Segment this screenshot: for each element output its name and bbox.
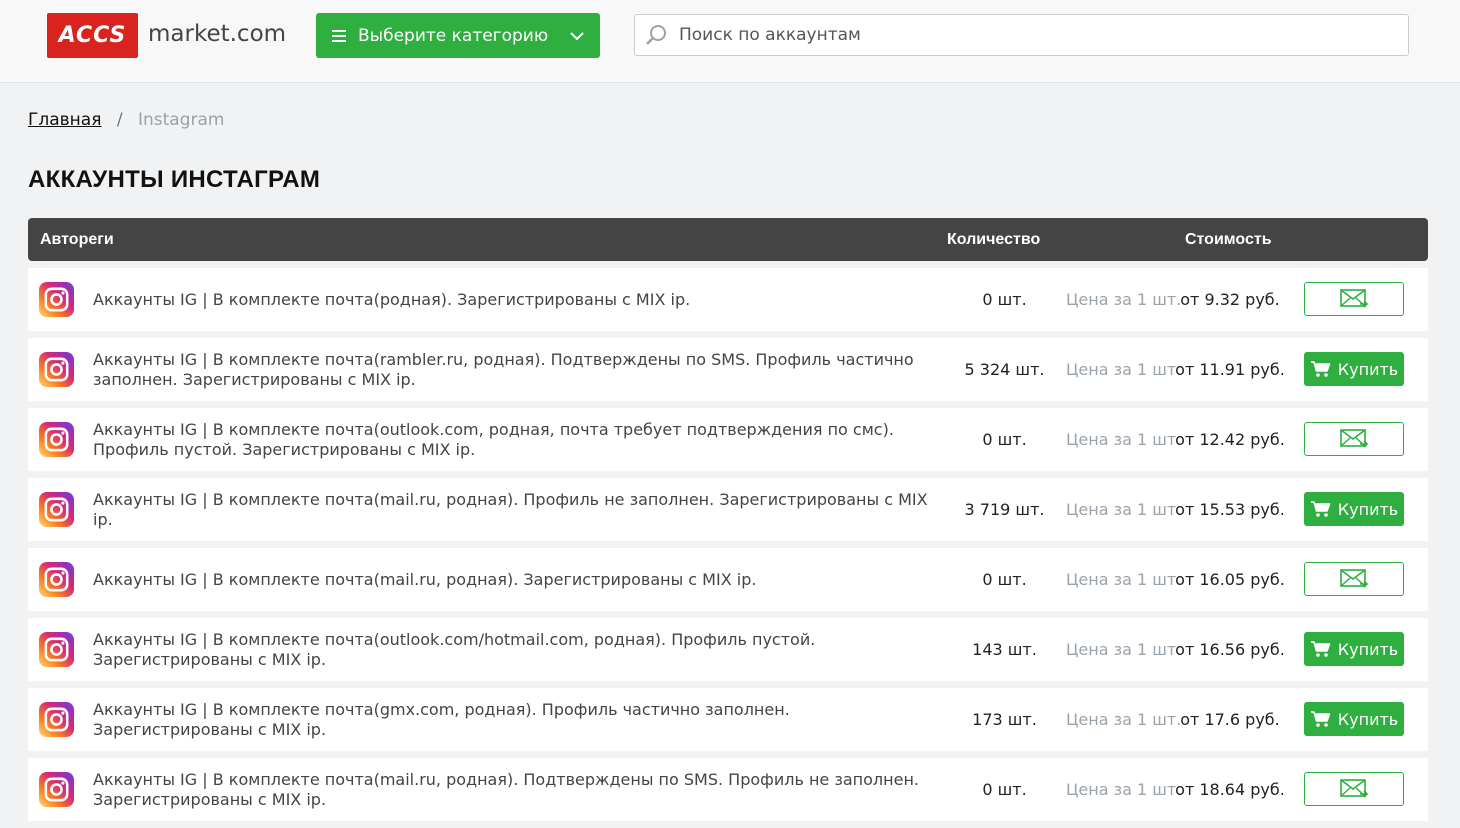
unit-price-label: Цена за 1 шт. bbox=[1066, 430, 1182, 449]
product-price: от 16.05 руб. bbox=[1175, 570, 1285, 589]
logo[interactable]: ACCS bbox=[47, 13, 138, 58]
breadcrumb-separator: / bbox=[116, 110, 123, 130]
table-row: Аккаунты IG | В комплекте почта(mail.ru,… bbox=[28, 548, 1428, 611]
product-description[interactable]: Аккаунты IG | В комплекте почта(rambler.… bbox=[93, 338, 943, 401]
product-price: от 17.6 руб. bbox=[1180, 710, 1280, 729]
table-row: Аккаунты IG | В комплекте почта(mail.ru,… bbox=[28, 478, 1428, 541]
unit-price-label: Цена за 1 шт. bbox=[1066, 710, 1182, 729]
hamburger-icon bbox=[332, 29, 346, 42]
product-description[interactable]: Аккаунты IG | В комплекте почта(outlook.… bbox=[93, 618, 943, 681]
top-bar: ACCS market.com Выберите категорию bbox=[0, 0, 1460, 83]
cart-icon bbox=[1310, 641, 1331, 657]
table-row: Аккаунты IG | В комплекте почта(gmx.com,… bbox=[28, 688, 1428, 751]
logo-domain[interactable]: market.com bbox=[148, 21, 286, 47]
category-dropdown-button[interactable]: Выберите категорию bbox=[316, 13, 600, 58]
breadcrumb-home-link[interactable]: Главная bbox=[28, 110, 101, 130]
breadcrumb: Главная / Instagram bbox=[28, 110, 224, 130]
search-input[interactable] bbox=[679, 25, 1379, 45]
table-row: Аккаунты IG | В комплекте почта(rambler.… bbox=[28, 338, 1428, 401]
product-price: от 16.56 руб. bbox=[1175, 640, 1285, 659]
product-description[interactable]: Аккаунты IG | В комплекте почта(gmx.com,… bbox=[93, 688, 943, 751]
envelope-icon bbox=[1340, 569, 1368, 588]
table-row: Аккаунты IG | В комплекте почта(outlook.… bbox=[28, 408, 1428, 471]
product-quantity: 0 шт. bbox=[982, 430, 1027, 449]
product-price: от 12.42 руб. bbox=[1175, 430, 1285, 449]
cart-icon bbox=[1310, 361, 1331, 377]
product-description[interactable]: Аккаунты IG | В комплекте почта(родная).… bbox=[93, 268, 943, 331]
cart-icon bbox=[1310, 711, 1331, 727]
page-title: АККАУНТЫ ИНСТАГРАМ bbox=[28, 166, 321, 193]
unit-price-label: Цена за 1 шт. bbox=[1066, 500, 1182, 519]
unit-price-label: Цена за 1 шт. bbox=[1066, 780, 1182, 799]
buy-button-label: Купить bbox=[1337, 709, 1399, 729]
instagram-icon bbox=[39, 632, 74, 667]
search-icon bbox=[646, 25, 666, 45]
product-price: от 18.64 руб. bbox=[1175, 780, 1285, 799]
product-description[interactable]: Аккаунты IG | В комплекте почта(mail.ru,… bbox=[93, 758, 943, 821]
envelope-icon bbox=[1340, 779, 1368, 798]
category-label: Выберите категорию bbox=[358, 25, 549, 46]
product-price: от 15.53 руб. bbox=[1175, 500, 1285, 519]
instagram-icon bbox=[39, 282, 74, 317]
search-box bbox=[634, 14, 1409, 56]
product-quantity: 0 шт. bbox=[982, 290, 1027, 309]
product-quantity: 5 324 шт. bbox=[964, 360, 1045, 379]
buy-button[interactable]: Купить bbox=[1304, 702, 1404, 736]
table-row: Аккаунты IG | В комплекте почта(родная).… bbox=[28, 268, 1428, 331]
logo-text: ACCS bbox=[58, 23, 127, 48]
instagram-icon bbox=[39, 772, 74, 807]
notify-button[interactable] bbox=[1304, 562, 1404, 596]
table-row: Аккаунты IG | В комплекте почта(mail.ru,… bbox=[28, 758, 1428, 821]
cart-icon bbox=[1310, 501, 1331, 517]
column-header-price: Стоимость bbox=[1185, 231, 1272, 248]
buy-button[interactable]: Купить bbox=[1304, 352, 1404, 386]
instagram-icon bbox=[39, 702, 74, 737]
product-quantity: 0 шт. bbox=[982, 570, 1027, 589]
product-price: от 9.32 руб. bbox=[1180, 290, 1280, 309]
column-header-name: Автореги bbox=[40, 231, 114, 248]
envelope-icon bbox=[1340, 289, 1368, 308]
table-row: Аккаунты IG | В комплекте почта(outlook.… bbox=[28, 618, 1428, 681]
unit-price-label: Цена за 1 шт. bbox=[1066, 570, 1182, 589]
buy-button-label: Купить bbox=[1337, 639, 1399, 659]
breadcrumb-current: Instagram bbox=[137, 110, 225, 130]
instagram-icon bbox=[39, 562, 74, 597]
unit-price-label: Цена за 1 шт. bbox=[1066, 640, 1182, 659]
product-quantity: 173 шт. bbox=[972, 710, 1037, 729]
instagram-icon bbox=[39, 422, 74, 457]
unit-price-label: Цена за 1 шт. bbox=[1066, 290, 1182, 309]
product-description[interactable]: Аккаунты IG | В комплекте почта(mail.ru,… bbox=[93, 478, 943, 541]
buy-button[interactable]: Купить bbox=[1304, 632, 1404, 666]
product-price: от 11.91 руб. bbox=[1175, 360, 1285, 379]
notify-button[interactable] bbox=[1304, 422, 1404, 456]
product-list: Аккаунты IG | В комплекте почта(родная).… bbox=[28, 268, 1428, 828]
instagram-icon bbox=[39, 352, 74, 387]
buy-button-label: Купить bbox=[1337, 499, 1399, 519]
product-description[interactable]: Аккаунты IG | В комплекте почта(outlook.… bbox=[93, 408, 943, 471]
unit-price-label: Цена за 1 шт. bbox=[1066, 360, 1182, 379]
product-quantity: 0 шт. bbox=[982, 780, 1027, 799]
product-description[interactable]: Аккаунты IG | В комплекте почта(mail.ru,… bbox=[93, 548, 943, 611]
product-quantity: 143 шт. bbox=[972, 640, 1037, 659]
instagram-icon bbox=[39, 492, 74, 527]
notify-button[interactable] bbox=[1304, 282, 1404, 316]
chevron-down-icon bbox=[570, 32, 584, 41]
envelope-icon bbox=[1340, 429, 1368, 448]
column-header-quantity: Количество bbox=[947, 231, 1041, 248]
product-quantity: 3 719 шт. bbox=[964, 500, 1045, 519]
buy-button[interactable]: Купить bbox=[1304, 492, 1404, 526]
table-header: Автореги Количество Стоимость bbox=[28, 218, 1428, 261]
buy-button-label: Купить bbox=[1337, 359, 1399, 379]
notify-button[interactable] bbox=[1304, 772, 1404, 806]
